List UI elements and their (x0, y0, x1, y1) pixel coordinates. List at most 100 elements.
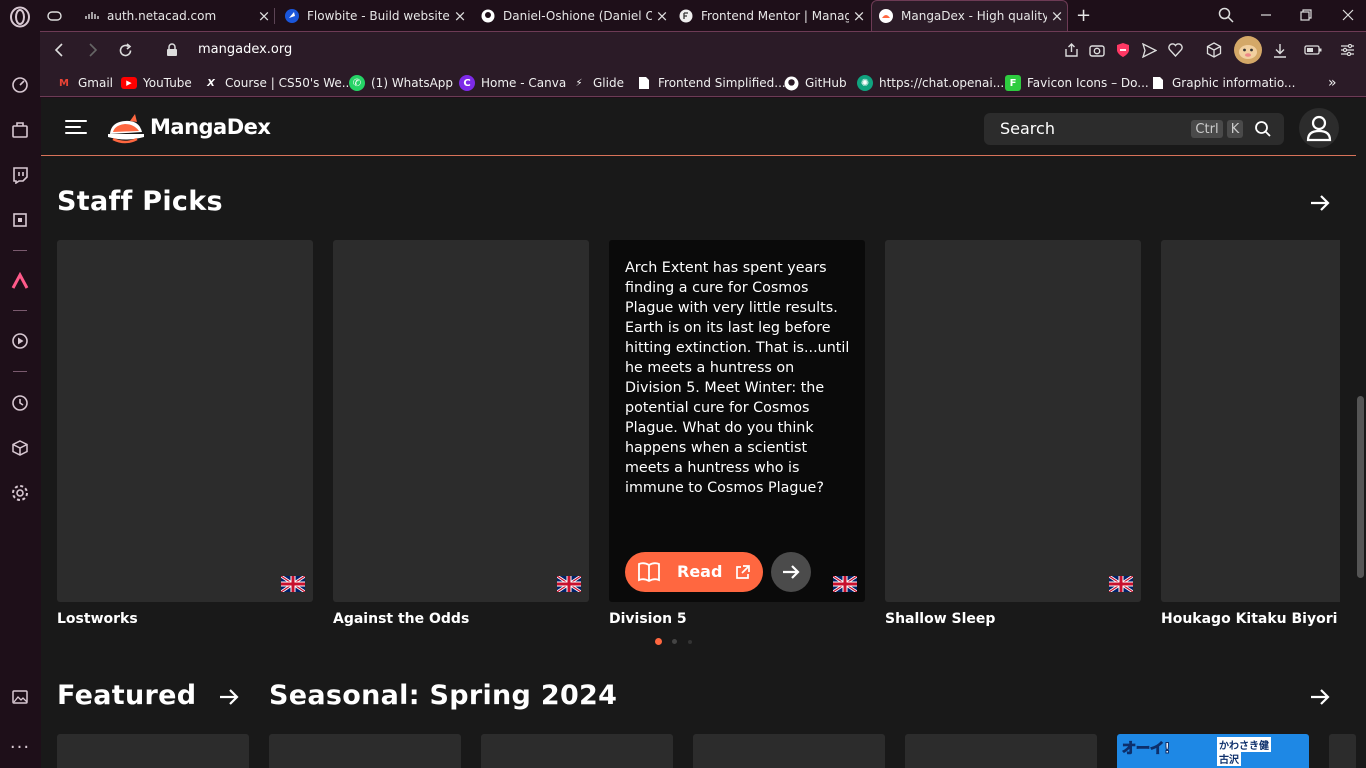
close-tab-icon[interactable]: × (1047, 7, 1067, 25)
github-icon (480, 8, 496, 24)
manga-title[interactable]: Against the Odds (333, 611, 469, 627)
browser-window: ··· auth.netacad.com × Flowbite - Build … (0, 0, 1366, 768)
seasonal-thumbnail[interactable] (905, 734, 1097, 768)
url-text[interactable]: mangadex.org (198, 42, 292, 57)
bookmark-github[interactable]: GitHub (783, 74, 847, 92)
seasonal-arrow-icon[interactable] (1307, 684, 1333, 710)
seasonal-thumbnail[interactable] (1329, 734, 1356, 768)
bookmark-canva[interactable]: C Home - Canva (459, 74, 566, 92)
more-icon[interactable]: ··· (8, 735, 32, 759)
scrollbar-thumb[interactable] (1357, 396, 1364, 578)
avatar[interactable] (1234, 36, 1262, 64)
tab-title: Frontend Mentor | Manage (701, 8, 849, 23)
more-bookmarks-icon[interactable]: » (1328, 74, 1337, 92)
close-tab-icon[interactable]: × (450, 7, 470, 25)
workspaces-icon[interactable] (8, 118, 32, 142)
history-icon[interactable] (8, 391, 32, 415)
manga-title[interactable]: Houkago Kitaku Biyori (1161, 611, 1337, 627)
bookmark-frontend-simplified[interactable]: Frontend Simplified... (636, 74, 786, 92)
frontend-mentor-icon (678, 8, 694, 24)
carousel-dot-active[interactable] (655, 638, 662, 645)
page-scrollbar[interactable] (1356, 98, 1366, 768)
favicon-icon: F (1005, 75, 1021, 91)
tab-item-active[interactable]: MangaDex - High quality im × (871, 0, 1068, 31)
manga-title[interactable]: Division 5 (609, 611, 687, 627)
heart-icon[interactable] (1164, 39, 1186, 61)
carousel-dot[interactable] (688, 640, 692, 644)
tab-item[interactable]: auth.netacad.com × (78, 0, 274, 31)
featured-arrow-icon[interactable] (216, 684, 242, 710)
manga-card-cover[interactable] (57, 240, 313, 602)
restore-icon[interactable] (1294, 3, 1318, 27)
forward-icon[interactable] (80, 38, 104, 62)
player-icon[interactable] (8, 329, 32, 353)
lock-icon[interactable] (160, 38, 184, 62)
aria-icon[interactable] (8, 269, 32, 293)
manga-card-cover[interactable] (1161, 240, 1340, 602)
minimize-icon[interactable] (1254, 3, 1278, 27)
download-icon[interactable] (1269, 39, 1291, 61)
snapshot-icon[interactable] (1086, 39, 1108, 61)
search-icon[interactable] (1254, 120, 1272, 138)
opera-menu-icon[interactable] (8, 5, 32, 29)
bookmark-youtube[interactable]: ▶ YouTube (121, 74, 192, 92)
close-tab-icon[interactable]: × (652, 7, 672, 25)
page-icon (636, 75, 652, 91)
manga-card-cover[interactable] (333, 240, 589, 602)
adblock-icon[interactable] (1112, 39, 1134, 61)
bookmark-graphic-info[interactable]: Graphic informatio... (1150, 74, 1295, 92)
close-tab-icon[interactable]: × (849, 7, 869, 25)
tab-title: auth.netacad.com (107, 8, 217, 23)
bookmark-whatsapp[interactable]: ✆ (1) WhatsApp (349, 74, 453, 92)
tab-item[interactable]: Frontend Mentor | Manage × (672, 0, 869, 31)
settings-icon[interactable] (8, 481, 32, 505)
seasonal-thumbnail[interactable]: オーイ! かわさき健 古沢 (1117, 734, 1309, 768)
share-icon[interactable] (1060, 39, 1082, 61)
manga-title[interactable]: Lostworks (57, 611, 138, 627)
manga-card-hovered[interactable]: Arch Extent has spent years finding a cu… (609, 240, 865, 602)
cisco-icon (84, 8, 100, 24)
tab-item[interactable]: Flowbite - Build websites ev × (278, 0, 470, 31)
bookmark-cs50[interactable]: X Course | CS50's We... (203, 74, 353, 92)
search-placeholder: Search (1000, 119, 1055, 138)
wallpaper-icon[interactable] (8, 685, 32, 709)
reload-icon[interactable] (113, 38, 137, 62)
tab-item[interactable]: Daniel-Oshione (Daniel Osh × (474, 0, 672, 31)
manga-description: Arch Extent has spent years finding a cu… (625, 260, 850, 496)
battery-icon[interactable] (1302, 39, 1324, 61)
read-button[interactable]: Read (625, 552, 763, 592)
speed-dial-icon[interactable] (8, 73, 32, 97)
site-brand[interactable]: MangaDex (150, 115, 271, 139)
tab-search-icon[interactable] (1214, 3, 1238, 27)
bookmark-favicon-icons[interactable]: F Favicon Icons – Do... (1005, 74, 1149, 92)
menu-icon[interactable] (65, 118, 89, 136)
user-profile-icon[interactable] (1299, 108, 1339, 148)
send-icon[interactable] (1138, 39, 1160, 61)
next-arrow-button[interactable] (771, 552, 811, 592)
search-input[interactable]: Search Ctrl K (984, 113, 1284, 145)
bookmark-glide[interactable]: ⚡ Glide (571, 74, 623, 92)
manga-title[interactable]: Shallow Sleep (885, 611, 995, 627)
bookmark-gmail[interactable]: M Gmail (56, 74, 113, 92)
new-tab-button[interactable]: + (1070, 0, 1094, 31)
site-navbar: MangaDex Search Ctrl K (41, 98, 1356, 156)
openai-icon: ✺ (857, 75, 873, 91)
twitch-icon[interactable] (8, 163, 32, 187)
staff-picks-arrow-icon[interactable] (1307, 190, 1333, 216)
carousel-dot[interactable] (672, 639, 677, 644)
close-window-icon[interactable] (1336, 3, 1360, 27)
cube-icon[interactable] (1203, 39, 1225, 61)
manga-card-cover[interactable] (885, 240, 1141, 602)
back-icon[interactable] (48, 38, 72, 62)
seasonal-thumbnail[interactable] (693, 734, 885, 768)
close-tab-icon[interactable]: × (254, 7, 274, 25)
easy-setup-icon[interactable] (1336, 39, 1358, 61)
extensions-icon[interactable] (8, 436, 32, 460)
bookmark-chatgpt[interactable]: ✺ https://chat.openai.... (857, 74, 1008, 92)
seasonal-thumbnail[interactable] (269, 734, 461, 768)
mangadex-logo-icon[interactable] (107, 112, 145, 144)
seasonal-thumbnail[interactable] (481, 734, 673, 768)
game-hub-icon[interactable] (8, 208, 32, 232)
section-title-seasonal: Seasonal: Spring 2024 (269, 680, 618, 711)
featured-thumbnail[interactable] (57, 734, 249, 768)
